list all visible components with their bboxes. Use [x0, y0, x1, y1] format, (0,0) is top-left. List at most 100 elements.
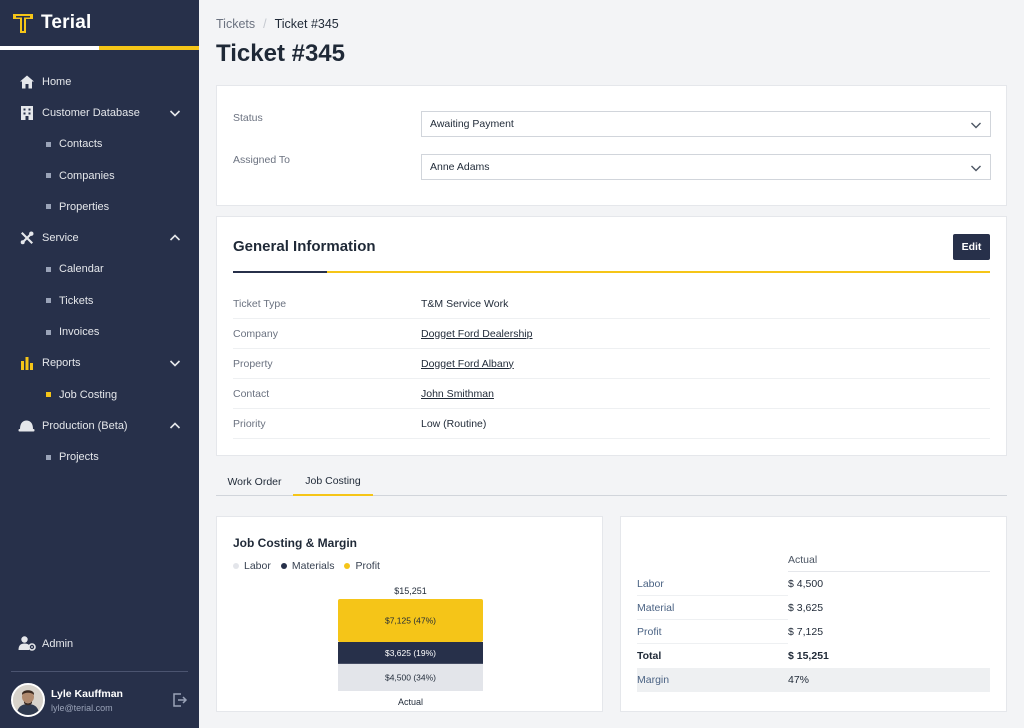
sidebar-subitem-label: Invoices — [59, 326, 100, 339]
costing-table-card: Actual Labor $ 4,500 Material $ 3,625 Pr… — [620, 516, 1007, 712]
data-label-labor: $4,500 (34%) — [385, 672, 436, 682]
row-label: Total — [637, 650, 662, 662]
status-card: Status Awaiting Payment Assigned To Anne… — [216, 85, 1007, 206]
sidebar-subitem-tickets[interactable]: Tickets — [0, 285, 199, 316]
legend-swatch — [344, 563, 351, 569]
sidebar-subitem-label: Job Costing — [59, 388, 118, 401]
sidebar-item-home[interactable]: Home — [0, 66, 199, 97]
chevron-down-icon[interactable] — [169, 107, 181, 119]
terial-logo-icon — [13, 14, 33, 33]
legend-swatch — [280, 563, 287, 569]
info-row-contact: Contact John Smithman — [233, 379, 990, 409]
user-gear-icon — [18, 635, 36, 653]
info-label: Contact — [233, 387, 270, 400]
assigned-select-value: Anne Adams — [430, 161, 490, 173]
home-icon — [18, 73, 35, 90]
row-value: $ 15,251 — [788, 650, 829, 662]
user-email: lyle@terial.com — [51, 702, 113, 713]
sidebar-subitem-invoices[interactable]: Invoices — [0, 316, 199, 347]
x-tick-label: Actual — [398, 697, 423, 707]
legend-item-profit[interactable]: Profit — [344, 560, 380, 572]
sidebar-item-label: Service — [42, 232, 79, 245]
property-link[interactable]: Dogget Ford Albany — [421, 358, 514, 370]
row-label: Material — [637, 596, 788, 620]
tools-icon — [18, 230, 35, 247]
user-profile[interactable]: Lyle Kauffman lyle@terial.com — [11, 683, 188, 717]
sidebar-subitem-label: Contacts — [59, 138, 103, 151]
tab-job-costing[interactable]: Job Costing — [293, 467, 373, 496]
data-label-materials: $3,625 (19%) — [385, 648, 436, 658]
row-label: Labor — [637, 572, 788, 596]
legend-swatch — [233, 563, 239, 569]
sidebar-subitem-label: Calendar — [59, 263, 104, 276]
sidebar-subitem-contacts[interactable]: Contacts — [0, 129, 199, 160]
sidebar-subitem-label: Projects — [59, 451, 99, 464]
info-label: Company — [233, 327, 278, 340]
sidebar-item-service[interactable]: Service — [0, 222, 199, 253]
hard-hat-icon — [18, 417, 35, 434]
company-link[interactable]: Dogget Ford Dealership — [421, 328, 532, 340]
logout-icon[interactable] — [172, 692, 188, 708]
edit-button[interactable]: Edit — [953, 234, 990, 260]
bullet-icon — [46, 329, 51, 335]
brand-accent-bar — [0, 46, 199, 50]
info-row-ticket-type: Ticket Type T&M Service Work — [233, 289, 990, 319]
sidebar-divider — [11, 671, 188, 672]
info-value: T&M Service Work — [421, 297, 509, 310]
data-label-profit: $7,125 (47%) — [385, 615, 436, 625]
legend-label: Profit — [355, 560, 380, 572]
sidebar-subitem-label: Properties — [59, 200, 110, 213]
sidebar-subitem-projects[interactable]: Projects — [0, 442, 199, 473]
chevron-up-icon[interactable] — [169, 232, 181, 244]
bullet-icon — [46, 141, 51, 147]
sidebar-item-label: Home — [42, 75, 72, 88]
sidebar-item-admin[interactable]: Admin — [18, 635, 73, 653]
sidebar-subitem-calendar[interactable]: Calendar — [0, 254, 199, 285]
legend-label: Labor — [244, 560, 271, 572]
table-row: Labor $ 4,500 — [637, 572, 990, 596]
sidebar: Terial Home Customer Database Contacts C… — [0, 0, 199, 728]
table-row-margin: Margin 47% — [637, 668, 990, 692]
sidebar-subitem-job-costing[interactable]: Job Costing — [0, 379, 199, 410]
section-underline — [233, 271, 990, 273]
breadcrumb: Tickets / Ticket #345 — [216, 17, 339, 31]
chevron-down-icon — [971, 122, 981, 129]
legend-item-labor[interactable]: Labor — [233, 560, 271, 572]
chevron-down-icon[interactable] — [169, 357, 181, 369]
breadcrumb-link-tickets[interactable]: Tickets — [216, 17, 255, 31]
total-label: $15,251 — [394, 586, 427, 596]
brand-name: Terial — [41, 12, 92, 33]
sidebar-item-label: Admin — [42, 638, 74, 650]
row-value: $ 7,125 — [788, 626, 824, 638]
sidebar-item-label: Customer Database — [42, 106, 140, 119]
column-header-actual: Actual — [788, 554, 818, 566]
chevron-up-icon[interactable] — [169, 420, 181, 432]
sidebar-subitem-properties[interactable]: Properties — [0, 191, 199, 222]
contact-link[interactable]: John Smithman — [421, 388, 494, 400]
assigned-select[interactable]: Anne Adams — [421, 154, 991, 180]
bullet-icon — [46, 298, 51, 304]
sidebar-item-label: Reports — [42, 357, 81, 370]
row-value: $ 4,500 — [788, 578, 824, 590]
sidebar-item-production[interactable]: Production (Beta) — [0, 410, 199, 441]
info-row-company: Company Dogget Ford Dealership — [233, 319, 990, 349]
bullet-icon — [46, 204, 51, 210]
row-value: 47% — [788, 674, 810, 686]
row-label: Profit — [637, 620, 788, 644]
sidebar-item-reports[interactable]: Reports — [0, 348, 199, 379]
table-row: Material $ 3,625 — [637, 596, 990, 620]
tab-work-order[interactable]: Work Order — [216, 467, 293, 496]
sidebar-subitem-companies[interactable]: Companies — [0, 160, 199, 191]
status-select[interactable]: Awaiting Payment — [421, 111, 991, 137]
bullet-icon — [46, 454, 51, 460]
row-value: $ 3,625 — [788, 602, 824, 614]
section-title: General Information — [233, 238, 376, 255]
sidebar-item-customer-database[interactable]: Customer Database — [0, 97, 199, 128]
legend-item-materials[interactable]: Materials — [280, 560, 335, 572]
job-costing-chart-card: Job Costing & Margin Labor Materials Pro… — [216, 516, 603, 712]
legend-label: Materials — [291, 560, 335, 572]
breadcrumb-current: Ticket #345 — [274, 17, 339, 31]
brand-logo[interactable]: Terial — [0, 0, 199, 46]
info-label: Property — [233, 357, 273, 370]
user-name: Lyle Kauffman — [51, 687, 123, 700]
